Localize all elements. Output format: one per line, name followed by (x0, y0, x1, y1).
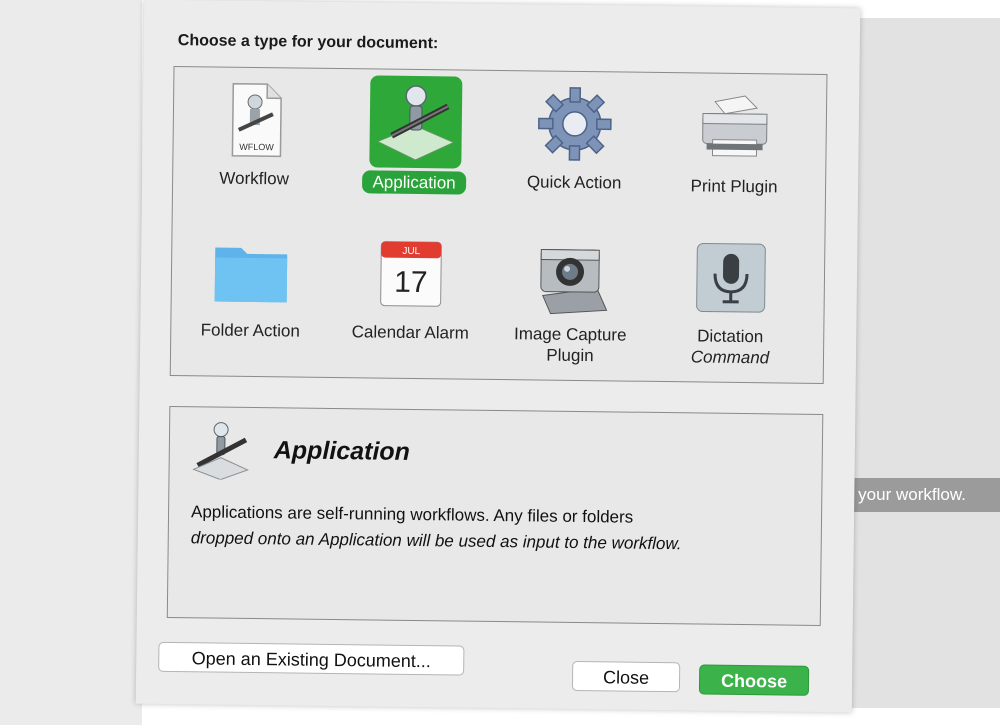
background-window-right (852, 18, 1000, 708)
svg-text:17: 17 (394, 266, 428, 299)
type-folder-action[interactable]: Folder Action (175, 227, 327, 369)
type-print-plugin[interactable]: Print Plugin (659, 83, 811, 225)
workflow-document-icon: WFLOW (214, 80, 295, 161)
type-application[interactable]: Application (339, 75, 491, 217)
background-hint-text: d your workflow. (838, 478, 1000, 512)
background-window-left (0, 0, 142, 725)
microphone-icon (690, 237, 771, 318)
camera-icon (530, 235, 611, 316)
type-label: Image Capture Plugin (513, 324, 627, 366)
description-title: Application (273, 436, 411, 466)
type-label: Print Plugin (690, 176, 778, 197)
svg-text:JUL: JUL (402, 246, 420, 257)
close-button[interactable]: Close (571, 660, 681, 693)
type-quick-action[interactable]: Quick Action (499, 79, 651, 221)
type-workflow[interactable]: WFLOW Workflow (179, 75, 331, 217)
type-label: Quick Action (526, 172, 622, 193)
gear-icon (534, 83, 615, 164)
document-type-dialog: Choose a type for your document: WFLOW W… (135, 0, 861, 713)
type-image-capture-plugin[interactable]: Image Capture Plugin (495, 231, 647, 373)
calendar-icon: JUL 17 (371, 233, 452, 314)
choose-button[interactable]: Choose (698, 664, 810, 696)
type-label: Calendar Alarm (351, 322, 469, 343)
type-description-panel: Application Applications are self-runnin… (166, 405, 824, 626)
type-calendar-alarm[interactable]: JUL 17 Calendar Alarm (335, 229, 487, 371)
folder-icon (211, 231, 292, 312)
type-label: Dictation Command (690, 326, 770, 368)
printer-icon (694, 87, 775, 168)
description-text: Applications are self-running workflows.… (191, 499, 802, 558)
type-label: Folder Action (200, 320, 301, 341)
svg-text:WFLOW: WFLOW (239, 142, 274, 152)
document-type-grid: WFLOW Workflow Application Quick Action … (169, 66, 828, 384)
automator-robot-icon (189, 417, 252, 481)
open-existing-document-button[interactable]: Open an Existing Document... (158, 641, 465, 676)
type-label: Workflow (219, 168, 290, 189)
type-dictation-command[interactable]: Dictation Command (655, 233, 807, 375)
automator-robot-icon (369, 75, 463, 169)
dialog-prompt: Choose a type for your document: (177, 32, 439, 53)
type-label: Application (339, 170, 489, 195)
